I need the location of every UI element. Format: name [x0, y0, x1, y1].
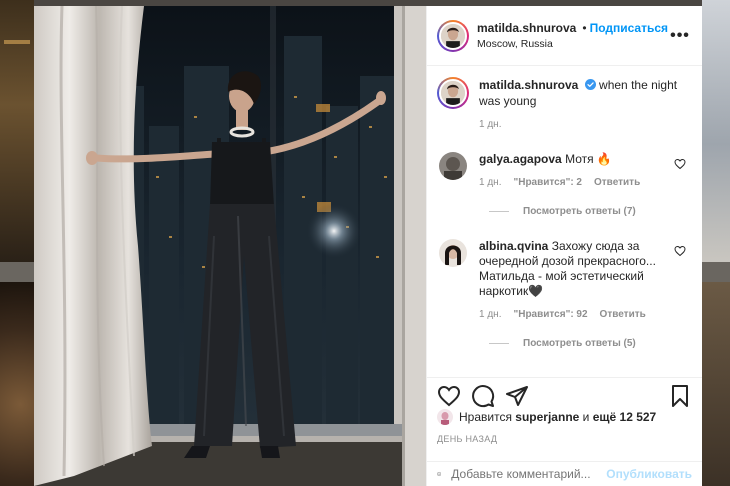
comment-item: albina.qvina Захожу сюда за очередной до… — [437, 239, 690, 322]
caption-avatar-image — [441, 81, 465, 105]
follow-button[interactable]: Подписаться — [590, 21, 668, 35]
view-replies-link[interactable]: Посмотреть ответы (7) — [489, 206, 690, 217]
comment-likes[interactable]: "Нравится": 92 — [513, 307, 587, 322]
background-thumbnail — [0, 282, 34, 486]
likes-count[interactable]: ещё 12 527 — [593, 410, 657, 424]
comment-icon[interactable] — [471, 384, 495, 408]
likes-middle: и — [582, 410, 590, 424]
comment-time[interactable]: 1 дн. — [479, 307, 501, 322]
comment-item: galya.agapova Мотя 🔥 1 дн. "Нравится": 2… — [437, 152, 690, 190]
publish-button[interactable]: Опубликовать — [606, 467, 692, 481]
commenter-avatar[interactable] — [439, 239, 467, 267]
background-thumbnail — [702, 0, 730, 262]
background-thumbnail — [702, 282, 730, 486]
commenter-username[interactable]: albina.qvina — [479, 239, 548, 253]
post-actions-bar — [427, 377, 702, 413]
caption-username[interactable]: matilda.shnurova — [479, 78, 578, 92]
author-avatar-image — [441, 23, 465, 48]
more-options-button[interactable]: ••• — [668, 27, 692, 43]
heart-icon[interactable] — [437, 384, 461, 408]
likes-prefix: Нравится — [459, 410, 512, 424]
comment-heart-icon[interactable] — [674, 158, 686, 170]
comment-heart-icon[interactable] — [674, 245, 686, 257]
add-comment-bar: Опубликовать — [427, 461, 702, 486]
replies-divider — [489, 211, 509, 212]
comment-time[interactable]: 1 дн. — [479, 175, 501, 190]
post-header: matilda.shnurova • Подписаться Moscow, R… — [427, 6, 702, 66]
reply-button[interactable]: Ответить — [594, 175, 640, 190]
header-separator: • — [582, 21, 587, 35]
post-side-panel: matilda.shnurova • Подписаться Moscow, R… — [426, 6, 702, 486]
caption-timestamp[interactable]: 1 дн. — [479, 119, 690, 130]
post-location[interactable]: Moscow, Russia — [477, 38, 668, 50]
view-replies-link[interactable]: Посмотреть ответы (5) — [489, 338, 690, 349]
reply-button[interactable]: Ответить — [600, 307, 646, 322]
post-date[interactable]: ДЕНЬ НАЗАД — [437, 434, 497, 444]
caption-author-avatar[interactable] — [437, 77, 469, 109]
replies-divider — [489, 343, 509, 344]
background-thumbnail — [0, 0, 34, 262]
bookmark-icon[interactable] — [668, 384, 692, 408]
comment-input[interactable] — [451, 467, 607, 481]
photo-illustration — [34, 6, 426, 486]
verified-badge-icon — [584, 79, 596, 90]
liker-avatar[interactable] — [437, 409, 453, 425]
view-replies-label: Посмотреть ответы (7) — [523, 206, 636, 217]
paper-plane-icon[interactable] — [505, 384, 529, 408]
post-caption: matilda.shnurova when the night was youn… — [437, 77, 690, 109]
commenter-username[interactable]: galya.agapova — [479, 152, 562, 166]
likes-summary: Нравится superjanne и ещё 12 527 — [437, 409, 692, 425]
author-avatar[interactable] — [437, 19, 469, 52]
view-replies-label: Посмотреть ответы (5) — [523, 338, 636, 349]
commenter-avatar[interactable] — [439, 152, 467, 180]
smiley-icon[interactable] — [437, 463, 442, 485]
post-modal: matilda.shnurova • Подписаться Moscow, R… — [34, 6, 702, 486]
liker-username[interactable]: superjanne — [515, 410, 579, 424]
comments-section: matilda.shnurova when the night was youn… — [427, 67, 702, 377]
comment-text: Мотя 🔥 — [565, 152, 612, 166]
author-username[interactable]: matilda.shnurova — [477, 21, 576, 35]
comment-likes[interactable]: "Нравится": 2 — [513, 175, 582, 190]
post-photo[interactable] — [34, 6, 426, 486]
